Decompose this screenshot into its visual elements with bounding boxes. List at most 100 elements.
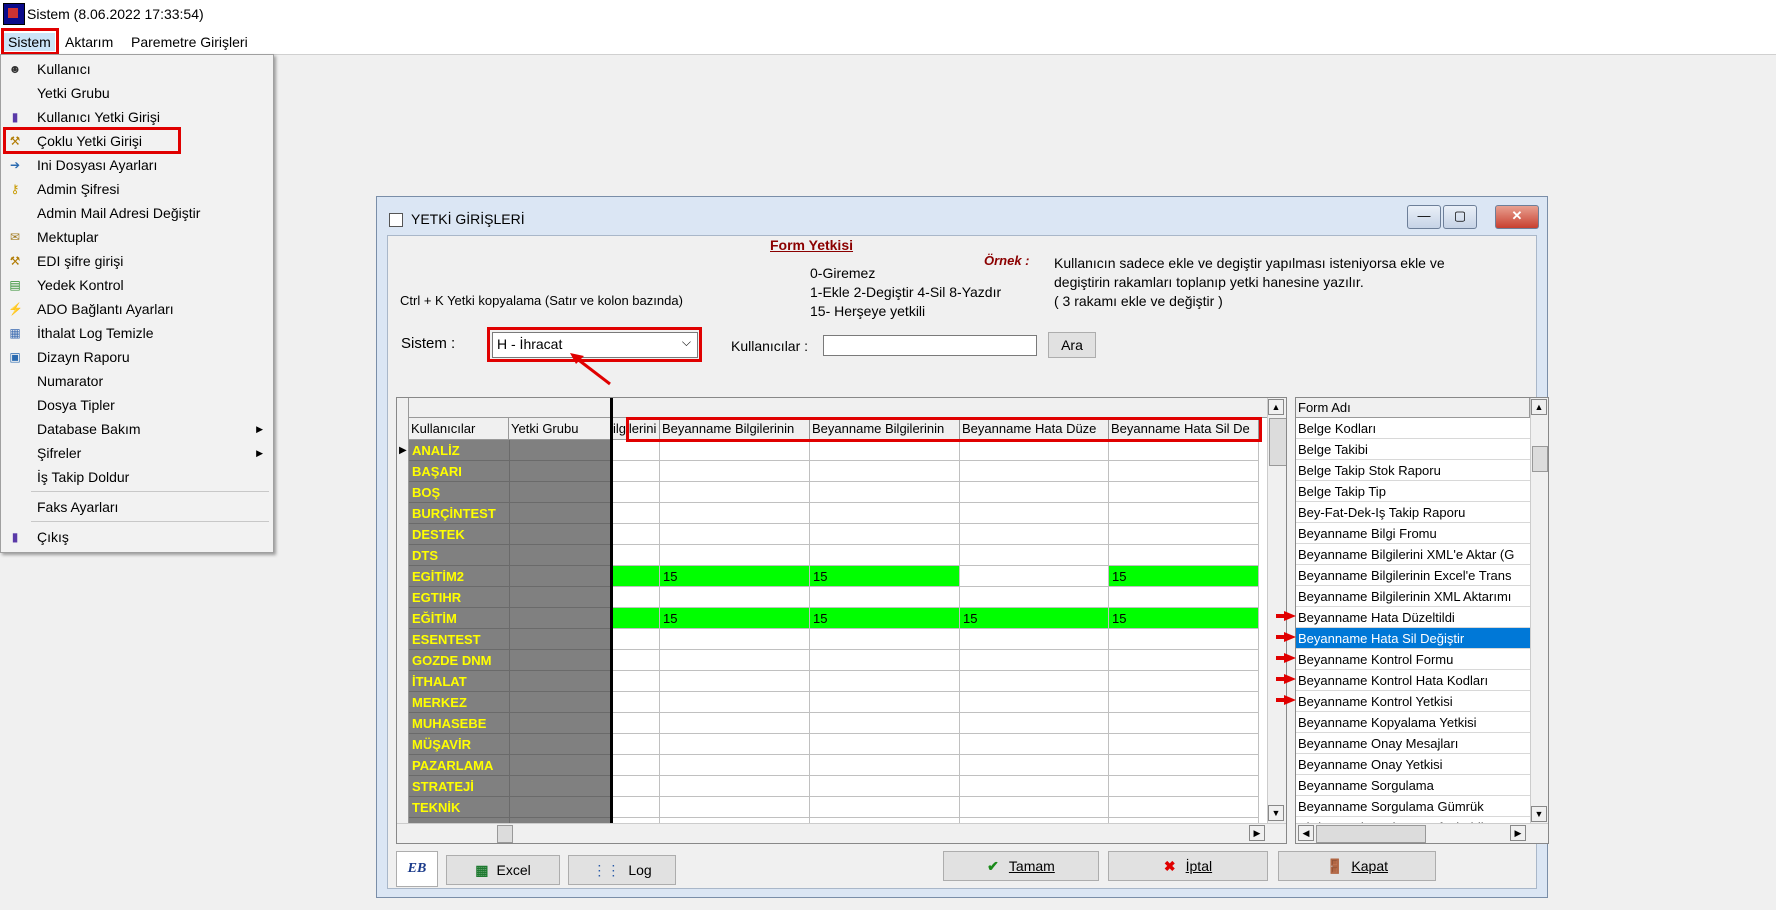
user-name-cell[interactable]: STRATEJİ [409, 776, 509, 797]
permission-cell[interactable] [1109, 482, 1259, 503]
form-list-item[interactable]: Belge Kodları [1296, 418, 1530, 439]
permission-cell[interactable] [1109, 755, 1259, 776]
permission-cell[interactable] [611, 482, 660, 503]
permission-cell[interactable] [1109, 629, 1259, 650]
user-name-cell[interactable]: EGTIHR [409, 587, 509, 608]
permission-cell[interactable] [1109, 797, 1259, 818]
scroll-up-arrow-icon[interactable]: ▲ [1268, 399, 1284, 415]
permission-cell[interactable] [810, 671, 960, 692]
permission-cell[interactable] [611, 650, 660, 671]
user-name-cell[interactable]: BAŞARI [409, 461, 509, 482]
scroll-down-arrow-icon[interactable]: ▼ [1531, 806, 1547, 822]
permission-cell[interactable] [810, 503, 960, 524]
yetki-grubu-cell[interactable] [509, 671, 611, 692]
maximize-button[interactable]: ▢ [1443, 205, 1477, 229]
permission-cell[interactable] [611, 545, 660, 566]
permission-cell[interactable] [1109, 671, 1259, 692]
yetki-grubu-cell[interactable] [509, 755, 611, 776]
user-name-cell[interactable]: DESTEK [409, 524, 509, 545]
user-name-cell[interactable]: BOŞ [409, 482, 509, 503]
yetki-grubu-cell[interactable] [509, 587, 611, 608]
permission-cell[interactable] [660, 440, 810, 461]
menu-item-1[interactable]: ☻ Kullanıcı [1, 57, 273, 81]
log-button[interactable]: ⋮⋮ Log [568, 855, 676, 885]
form-list-item[interactable]: Beyanname Kopyalama Yetkisi [1296, 712, 1530, 733]
permission-cell[interactable] [960, 440, 1109, 461]
scroll-right-arrow-icon[interactable]: ▶ [1510, 825, 1526, 841]
permission-cell[interactable] [960, 755, 1109, 776]
permission-cell[interactable] [611, 629, 660, 650]
permission-cell[interactable] [660, 713, 810, 734]
scroll-up-arrow-icon[interactable]: ▲ [1531, 399, 1547, 415]
scroll-left-arrow-icon[interactable]: ◀ [1298, 825, 1314, 841]
permission-cell[interactable] [611, 524, 660, 545]
close-button[interactable]: ✕ [1495, 205, 1539, 229]
yetki-grubu-cell[interactable] [509, 650, 611, 671]
permission-cell[interactable] [611, 566, 660, 587]
permission-cell[interactable] [960, 776, 1109, 797]
yetki-grubu-cell[interactable] [509, 566, 611, 587]
permission-cell[interactable] [660, 629, 810, 650]
permission-cell[interactable] [1109, 524, 1259, 545]
permission-cell[interactable]: 15 [810, 608, 960, 629]
permission-cell[interactable] [1109, 692, 1259, 713]
form-list-item[interactable]: Beyanname Bilgi Fromu [1296, 523, 1530, 544]
permission-cell[interactable] [660, 482, 810, 503]
menu-item-11[interactable]: ⚡ ADO Bağlantı Ayarları [1, 297, 273, 321]
yetki-grubu-cell[interactable] [509, 629, 611, 650]
ara-button[interactable]: Ara [1048, 332, 1096, 358]
yetki-grubu-cell[interactable] [509, 692, 611, 713]
grid-header-3[interactable]: Beyanname Bilgilerinin [660, 418, 810, 440]
grid-header-6[interactable]: Beyanname Hata Sil De [1109, 418, 1259, 440]
eb-logo[interactable]: EB [396, 851, 438, 887]
permission-cell[interactable] [960, 734, 1109, 755]
permission-cell[interactable] [1109, 713, 1259, 734]
permission-cell[interactable] [660, 797, 810, 818]
menu-item-3[interactable]: ▮ Kullanıcı Yetki Girişi [1, 105, 273, 129]
scroll-right-arrow-icon[interactable]: ▶ [1249, 825, 1265, 841]
permission-cell[interactable] [611, 713, 660, 734]
yetki-grubu-cell[interactable] [509, 776, 611, 797]
permission-cell[interactable] [611, 755, 660, 776]
user-name-cell[interactable]: BURÇİNTEST [409, 503, 509, 524]
permission-cell[interactable] [810, 692, 960, 713]
permission-cell[interactable] [810, 545, 960, 566]
permission-cell[interactable] [611, 503, 660, 524]
grid-header-0[interactable]: Kullanıcılar [409, 418, 509, 440]
permission-cell[interactable] [810, 524, 960, 545]
form-list-item[interactable]: Beyanname Onay Yetkisi [1296, 754, 1530, 775]
permission-cell[interactable] [960, 566, 1109, 587]
yetki-grid[interactable]: KullanıcılarYetki Grubuilgilerini XBeyan… [396, 397, 1287, 844]
permission-cell[interactable] [611, 734, 660, 755]
form-list-item[interactable]: Belge Takibi [1296, 439, 1530, 460]
permission-cell[interactable] [960, 503, 1109, 524]
form-list-item[interactable]: Beyanname Kontrol Yetkisi [1296, 691, 1530, 712]
permission-cell[interactable] [660, 776, 810, 797]
permission-cell[interactable] [960, 524, 1109, 545]
permission-cell[interactable] [611, 461, 660, 482]
menu-item-16[interactable]: Database Bakım ▶ [1, 417, 273, 441]
user-name-cell[interactable]: EGİTİM2 [409, 566, 509, 587]
permission-cell[interactable] [810, 776, 960, 797]
menu-item-2[interactable]: Yetki Grubu [1, 81, 273, 105]
minimize-button[interactable]: — [1407, 205, 1441, 229]
permission-cell[interactable]: 15 [660, 608, 810, 629]
kapat-button[interactable]: 🚪 Kapat [1278, 851, 1436, 881]
form-adi-list[interactable]: Form Adı Belge Kodları Belge Takibi Belge T… [1295, 397, 1549, 844]
yetki-grubu-cell[interactable] [509, 734, 611, 755]
form-list-item[interactable]: Beyanname Onay Mesajları [1296, 733, 1530, 754]
formlist-hscroll-thumb[interactable] [1316, 825, 1426, 843]
permission-cell[interactable] [960, 545, 1109, 566]
permission-cell[interactable] [960, 650, 1109, 671]
permission-cell[interactable] [611, 608, 660, 629]
yetki-grubu-cell[interactable] [509, 797, 611, 818]
menu-item-19[interactable]: Faks Ayarları [1, 495, 273, 519]
permission-cell[interactable]: 15 [960, 608, 1109, 629]
user-name-cell[interactable]: MERKEZ [409, 692, 509, 713]
permission-cell[interactable] [611, 776, 660, 797]
grid-scroll-thumb[interactable] [1269, 418, 1286, 466]
permission-cell[interactable] [660, 692, 810, 713]
permission-cell[interactable] [810, 650, 960, 671]
permission-cell[interactable] [810, 629, 960, 650]
permission-cell[interactable] [660, 545, 810, 566]
